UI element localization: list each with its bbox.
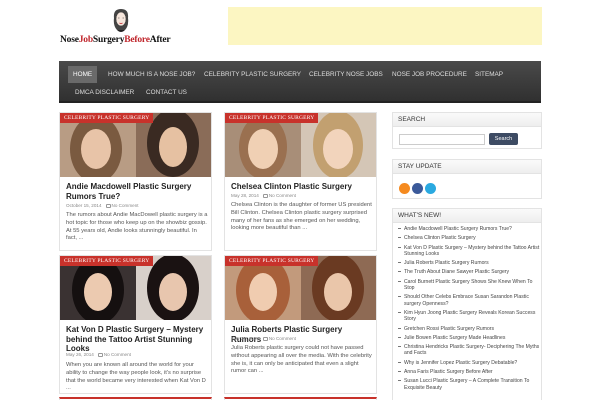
post-excerpt: Chelsea Clinton is the daughter of forme…	[231, 202, 372, 232]
nav-sitemap[interactable]: SITEMAP	[470, 66, 508, 83]
news-link[interactable]: Why is Jennifer Lopez Plastic Surgery De…	[398, 360, 540, 366]
main-nav: HOME HOW MUCH IS A NOSE JOB? CELEBRITY P…	[59, 61, 541, 103]
post-meta: October 15, 2014 No Comment	[66, 203, 139, 208]
site-logo[interactable]: NoseJobSurgeryBeforeAfter	[60, 8, 185, 50]
post-card[interactable]: CELEBRITY PLASTIC SURGERY Kat Von D Plas…	[59, 255, 212, 394]
news-link[interactable]: Gretchen Rossi Plastic Surgery Rumors	[398, 326, 540, 332]
news-link[interactable]: Anna Faris Plastic Surgery Before After	[398, 369, 540, 375]
logo-text: NoseJobSurgeryBeforeAfter	[60, 35, 171, 45]
rss-icon[interactable]	[399, 183, 410, 194]
nav-nose-job-procedure[interactable]: NOSE JOB PROCEDURE	[387, 66, 472, 83]
nav-celebrity-plastic-surgery[interactable]: CELEBRITY PLASTIC SURGERY	[199, 66, 306, 83]
post-card[interactable]: CELEBRITY PLASTIC SURGERY Chelsea Clinto…	[224, 112, 377, 251]
post-image[interactable]: CELEBRITY PLASTIC SURGERY	[225, 256, 376, 320]
post-meta: May 26, 2014 No Comment	[66, 352, 131, 357]
post-excerpt: The rumors about Andie MacDowell plastic…	[66, 212, 208, 242]
nav-how-much[interactable]: HOW MUCH IS A NOSE JOB?	[103, 66, 200, 83]
post-title[interactable]: Andie Macdowell Plastic Surgery Rumors T…	[66, 182, 208, 201]
banner-ad[interactable]	[228, 7, 542, 45]
widget-title: SEARCH	[393, 113, 541, 127]
news-link[interactable]: The Truth About Diane Sawyer Plastic Sur…	[398, 269, 540, 275]
post-category-badge[interactable]: CELEBRITY PLASTIC SURGERY	[225, 113, 319, 123]
nav-dmca[interactable]: DMCA DISCLAIMER	[70, 84, 139, 101]
post-card[interactable]: CELEBRITY PLASTIC SURGERY Julia Roberts …	[224, 255, 377, 394]
news-link[interactable]: Carol Burnett Plastic Surgery Shows She …	[398, 279, 540, 292]
comment-icon	[262, 336, 268, 341]
post-image[interactable]: CELEBRITY PLASTIC SURGERY	[225, 113, 376, 177]
post-image[interactable]: CELEBRITY PLASTIC SURGERY	[60, 113, 211, 177]
search-button[interactable]: Search	[489, 133, 518, 145]
news-link[interactable]: Kim Hyun Joong Plastic Surgery Reveals K…	[398, 310, 540, 323]
news-link[interactable]: Chelsea Clinton Plastic Surgery	[398, 235, 540, 241]
comment-icon	[262, 193, 268, 198]
news-link[interactable]: Should Other Celebs Embrace Susan Sarand…	[398, 294, 540, 307]
post-card[interactable]: CELEBRITY PLASTIC SURGERY Andie Macdowel…	[59, 112, 212, 251]
news-link[interactable]: Julie Bowen Plastic Surgery Made Headlin…	[398, 335, 540, 341]
news-link[interactable]: Andie Macdowell Plastic Surgery Rumors T…	[398, 226, 540, 232]
post-title[interactable]: Kat Von D Plastic Surgery – Mystery behi…	[66, 325, 208, 354]
post-title[interactable]: Chelsea Clinton Plastic Surgery	[231, 182, 373, 192]
nav-celebrity-nose-jobs[interactable]: CELEBRITY NOSE JOBS	[304, 66, 388, 83]
news-link[interactable]: Susan Lucci Plastic Surgery – A Complete…	[398, 378, 540, 391]
logo-face-icon	[113, 9, 129, 32]
post-image[interactable]: CELEBRITY PLASTIC SURGERY	[60, 256, 211, 320]
facebook-icon[interactable]	[412, 183, 423, 194]
comment-icon	[97, 352, 103, 357]
widget-title: WHAT'S NEW!	[393, 209, 541, 223]
page: NoseJobSurgeryBeforeAfter HOME HOW MUCH …	[0, 0, 600, 400]
news-link[interactable]: Christina Hendricks Plastic Surgery- Dec…	[398, 344, 540, 357]
post-meta: May 28, 2014 No Comment	[231, 193, 296, 198]
post-title[interactable]: Julia Roberts Plastic Surgery Rumors	[231, 325, 373, 344]
post-category-badge[interactable]: CELEBRITY PLASTIC SURGERY	[225, 256, 319, 266]
nav-home[interactable]: HOME	[68, 66, 98, 83]
stay-update-widget: STAY UPDATE	[392, 159, 542, 199]
news-list: Andie Macdowell Plastic Surgery Rumors T…	[398, 226, 540, 394]
search-widget: SEARCH Search	[392, 112, 542, 149]
post-category-badge[interactable]: CELEBRITY PLASTIC SURGERY	[60, 256, 154, 266]
post-category-badge[interactable]: CELEBRITY PLASTIC SURGERY	[60, 113, 154, 123]
post-meta: May 27, 2014 No Comment	[231, 336, 296, 341]
news-link[interactable]: Julia Roberts Plastic Surgery Rumors	[398, 260, 540, 266]
post-excerpt: Julia Roberts plastic surgery could not …	[231, 345, 372, 375]
post-excerpt: When you are known all around the world …	[66, 362, 206, 392]
twitter-icon[interactable]	[425, 183, 436, 194]
news-link[interactable]: Kat Von D Plastic Surgery – Mystery behi…	[398, 245, 540, 258]
comment-icon	[105, 203, 111, 208]
widget-title: STAY UPDATE	[393, 160, 541, 174]
whats-new-widget: WHAT'S NEW! Andie Macdowell Plastic Surg…	[392, 208, 542, 400]
nav-contact[interactable]: CONTACT US	[141, 84, 192, 101]
search-input[interactable]	[399, 134, 485, 145]
